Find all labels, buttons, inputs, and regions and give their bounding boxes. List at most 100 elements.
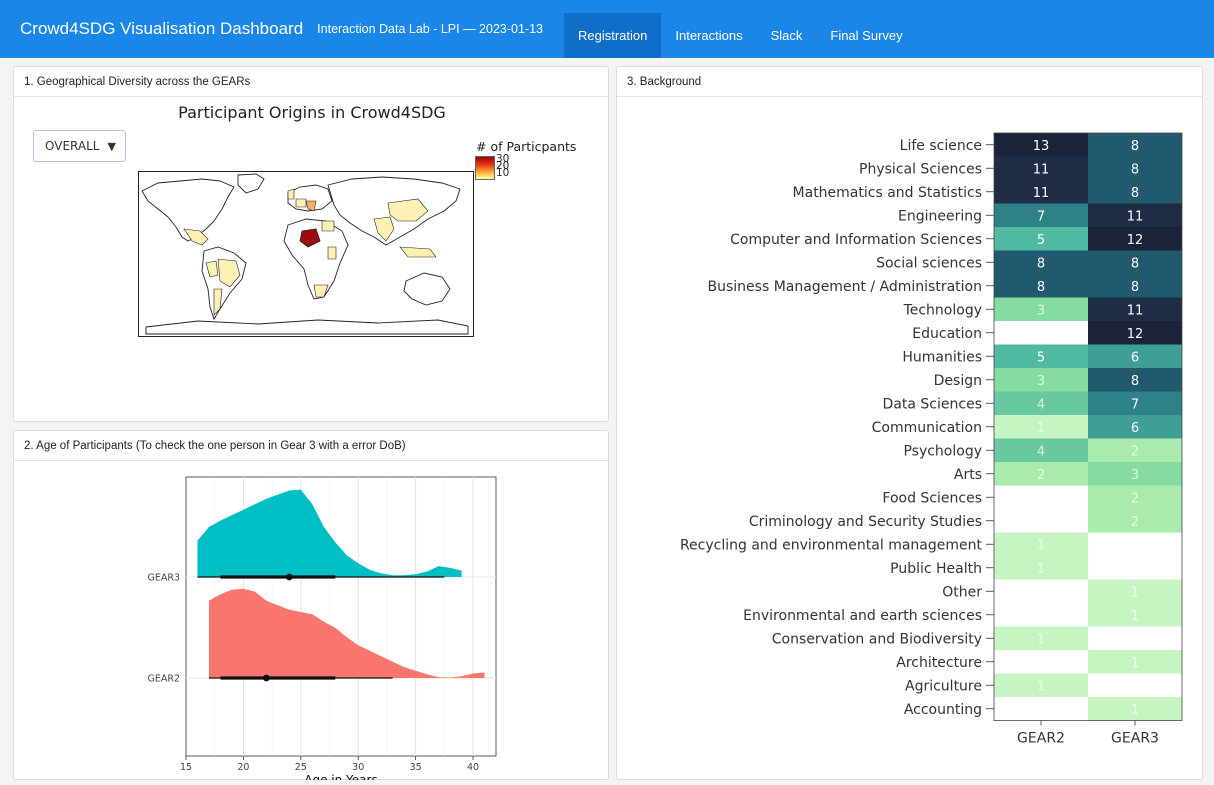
heatmap-cell-value: 1: [1131, 585, 1139, 600]
region-select[interactable]: OVERALL ▼: [33, 130, 126, 162]
age-x-tick-label: 35: [410, 762, 422, 773]
age-category-label: GEAR2: [147, 674, 180, 685]
age-median-point: [285, 573, 293, 581]
tab-final-survey[interactable]: Final Survey: [816, 13, 916, 58]
heatmap-cell-value: 6: [1131, 350, 1139, 365]
background-heatmap: Life science 13 8Physical Sciences 11 8Mathe…: [680, 132, 1183, 747]
heatmap-cell-value: 2: [1131, 515, 1139, 530]
heatmap-cell-value: 3: [1037, 374, 1045, 389]
age-x-tick-label: 40: [467, 762, 479, 773]
heatmap-cell-value: 7: [1037, 209, 1045, 224]
world-map[interactable]: [138, 171, 474, 337]
heatmap-row-label: Technology: [903, 302, 982, 318]
heatmap-cell-value: 5: [1037, 233, 1045, 248]
heatmap-cell-value: 1: [1037, 421, 1045, 436]
age-x-tick-label: 20: [237, 762, 249, 773]
heatmap-row-label: Architecture: [896, 655, 982, 671]
heatmap-cell-value: 4: [1037, 444, 1045, 459]
heatmap-cell-value: 1: [1131, 656, 1139, 671]
heatmap-row-label: Food Sciences: [882, 490, 982, 506]
background-panel: 3. Background Life science 13 8 Physical Sc…: [616, 66, 1203, 780]
map-egypt: [321, 220, 335, 232]
tab-slack[interactable]: Slack: [757, 13, 817, 58]
heatmap-row-label: Education: [912, 326, 982, 342]
heatmap-row-label: Physical Sciences: [859, 161, 982, 177]
map-france: [295, 198, 307, 208]
age-x-tick-label: 30: [352, 762, 364, 773]
heatmap-cell-value: 1: [1037, 562, 1045, 577]
heatmap-row-label: Conservation and Biodiversity: [772, 631, 982, 647]
map-antarctica: [145, 319, 469, 335]
map-legend-title: # of Particpants: [476, 139, 577, 154]
app-subtitle: Interaction Data Lab - LPI — 2023-01-13: [317, 22, 544, 36]
heatmap-column-label: GEAR3: [1111, 731, 1159, 747]
heatmap-cell-value: 2: [1131, 444, 1139, 459]
heatmap-cell-value: 1: [1037, 679, 1045, 694]
age-panel-title: 2. Age of Participants (To check the one…: [14, 431, 608, 461]
heatmap-cell-value: 8: [1131, 280, 1139, 295]
geo-panel-title: 1. Geographical Diversity across the GEA…: [14, 67, 608, 97]
heatmap-cell-value: 3: [1037, 303, 1045, 318]
heatmap-cell-value: 5: [1037, 350, 1045, 365]
heatmap-cell-value: 8: [1037, 280, 1045, 295]
heatmap-cell-value: 11: [1033, 162, 1050, 177]
heatmap-row-label: Accounting: [904, 702, 982, 718]
age-median-point: [262, 674, 270, 682]
heatmap-cell-value: 8: [1131, 139, 1139, 154]
heatmap-cell-value: 6: [1131, 421, 1139, 436]
age-x-tick-label: 25: [295, 762, 307, 773]
heatmap-cell-value: 1: [1037, 538, 1045, 553]
map-kenya: [327, 246, 337, 260]
heatmap-row-label: Agriculture: [905, 678, 982, 694]
heatmap-cell-value: 2: [1131, 491, 1139, 506]
tab-registration[interactable]: Registration: [564, 13, 662, 58]
heatmap-row-label: Computer and Information Sciences: [730, 232, 982, 248]
heatmap-cell-value: 8: [1131, 374, 1139, 389]
caret-down-icon: ▼: [107, 139, 116, 153]
heatmap-row-label: Recycling and environmental management: [680, 537, 983, 553]
heatmap-row-label: Communication: [872, 420, 982, 436]
heatmap-row-label: Business Management / Administration: [708, 279, 982, 295]
heatmap-cell-value: 13: [1033, 139, 1050, 154]
heatmap-row-label: Social sciences: [876, 255, 982, 271]
region-select-value: OVERALL: [45, 139, 100, 153]
nav-tabs: Registration Interactions Slack Final Su…: [564, 13, 917, 58]
heatmap-cell-value: 1: [1131, 609, 1139, 624]
navbar: Crowd4SDG Visualisation Dashboard Intera…: [0, 0, 1214, 58]
heatmap-row-label: Design: [934, 373, 982, 389]
map-legend-tick-10: 10: [496, 167, 510, 179]
heatmap-cell-value: 11: [1127, 209, 1144, 224]
heatmap-cell-value: 7: [1131, 397, 1139, 412]
tab-interactions[interactable]: Interactions: [661, 13, 756, 58]
geo-panel: 1. Geographical Diversity across the GEA…: [13, 66, 609, 422]
heatmap-cell-value: 4: [1037, 397, 1045, 412]
heatmap-row-label: Environmental and earth sciences: [743, 608, 982, 624]
heatmap-row-label: Mathematics and Statistics: [793, 185, 982, 201]
heatmap-cell-value: 8: [1037, 256, 1045, 271]
heatmap-cell-value: 12: [1127, 327, 1144, 342]
heatmap-row-label: Psychology: [903, 443, 982, 459]
heatmap-cell-value: 11: [1127, 303, 1144, 318]
heatmap-cell-value: 8: [1131, 256, 1139, 271]
heatmap-row-label: Arts: [954, 467, 982, 483]
age-x-tick-label: 15: [180, 762, 192, 773]
heatmap-cell-value: 3: [1131, 468, 1139, 483]
app-title[interactable]: Crowd4SDG Visualisation Dashboard: [0, 19, 303, 39]
heatmap-cell-value: 12: [1127, 233, 1144, 248]
heatmap-cell-value: 2: [1037, 468, 1045, 483]
age-panel: 2. Age of Participants (To check the one…: [13, 430, 609, 780]
heatmap-cell-value: 8: [1131, 162, 1139, 177]
map-uk: [287, 188, 295, 200]
heatmap-row-label: Engineering: [898, 208, 982, 224]
map-legend-colorbar: [475, 156, 495, 180]
heatmap-cell-value: 1: [1131, 703, 1139, 718]
heatmap-row-label: Other: [942, 584, 982, 600]
heatmap-row-label: Humanities: [902, 349, 982, 365]
heatmap-row-label: Data Sciences: [883, 396, 982, 412]
heatmap-cell-value: 8: [1131, 186, 1139, 201]
heatmap-cell-value: 1: [1037, 632, 1045, 647]
heatmap-row-label: Life science: [900, 138, 982, 154]
heatmap-column-label: GEAR2: [1017, 731, 1065, 747]
heatmap-row-label: Public Health: [890, 561, 982, 577]
heatmap-cell-value: 11: [1033, 186, 1050, 201]
